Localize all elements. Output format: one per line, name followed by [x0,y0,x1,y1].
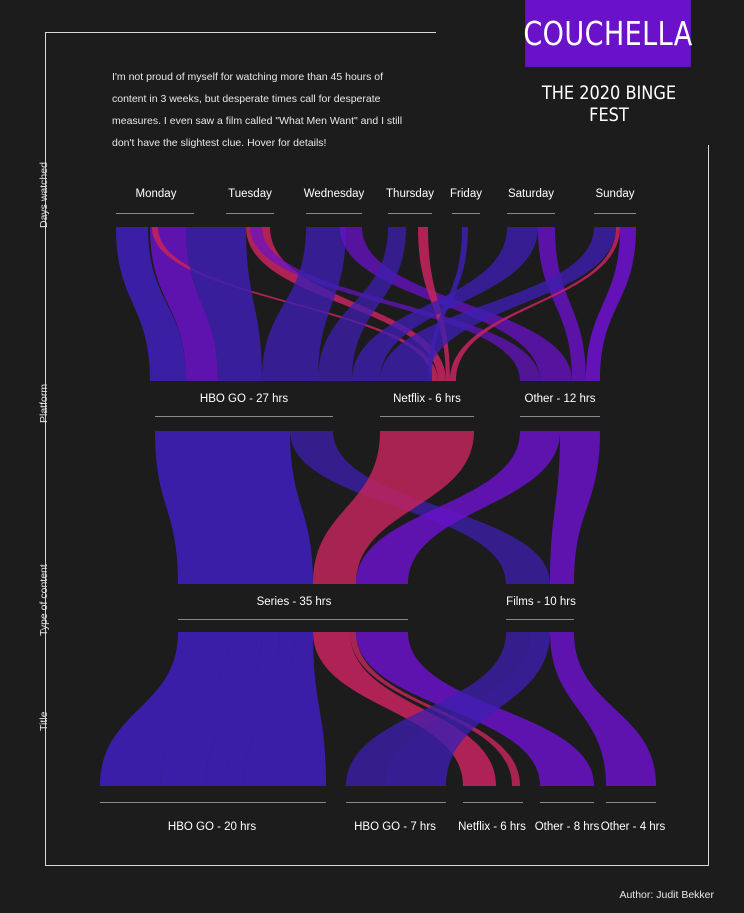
day-underline [388,213,432,214]
type-underline [506,619,574,620]
day-underline [507,213,555,214]
day-label-sunday: Sunday [595,188,635,200]
day-underline [116,213,194,214]
type-underline [178,619,408,620]
title-overline [346,802,446,803]
platform-underline [380,416,474,417]
platform-underline [155,416,333,417]
day-label-wednesday: Wednesday [303,188,365,200]
day-label-tuesday: Tuesday [228,188,272,200]
title-label-netflix: Netflix - 6 hrs [458,821,526,833]
title-overline [540,802,594,803]
platform-label-other: Other - 12 hrs [524,393,596,405]
title-label-hbo-2: HBO GO - 7 hrs [354,821,436,833]
title-overline [463,802,523,803]
day-label-thursday: Thursday [386,188,434,200]
day-underline [306,213,362,214]
type-label-films: Films - 10 hrs [506,596,576,608]
flow-platform-type[interactable] [155,431,313,584]
author-credit: Author: Judit Bekker [619,889,714,901]
title-label-other-1: Other - 8 hrs [534,821,600,833]
title-overline [606,802,656,803]
platform-underline [520,416,600,417]
day-label-friday: Friday [450,188,482,200]
day-label-saturday: Saturday [507,188,555,200]
day-label-monday: Monday [135,188,177,200]
type-label-series: Series - 35 hrs [256,596,332,608]
flow-platform-type[interactable] [550,431,600,584]
day-underline [452,213,480,214]
title-label-other-2: Other - 4 hrs [600,821,666,833]
day-underline [226,213,274,214]
platform-label-netflix: Netflix - 6 hrs [393,393,461,405]
title-overline [100,802,326,803]
title-label-hbo-1: HBO GO - 20 hrs [167,821,257,833]
sankey-flows[interactable] [0,0,744,913]
day-underline [594,213,636,214]
platform-label-hbo: HBO GO - 27 hrs [199,393,289,405]
